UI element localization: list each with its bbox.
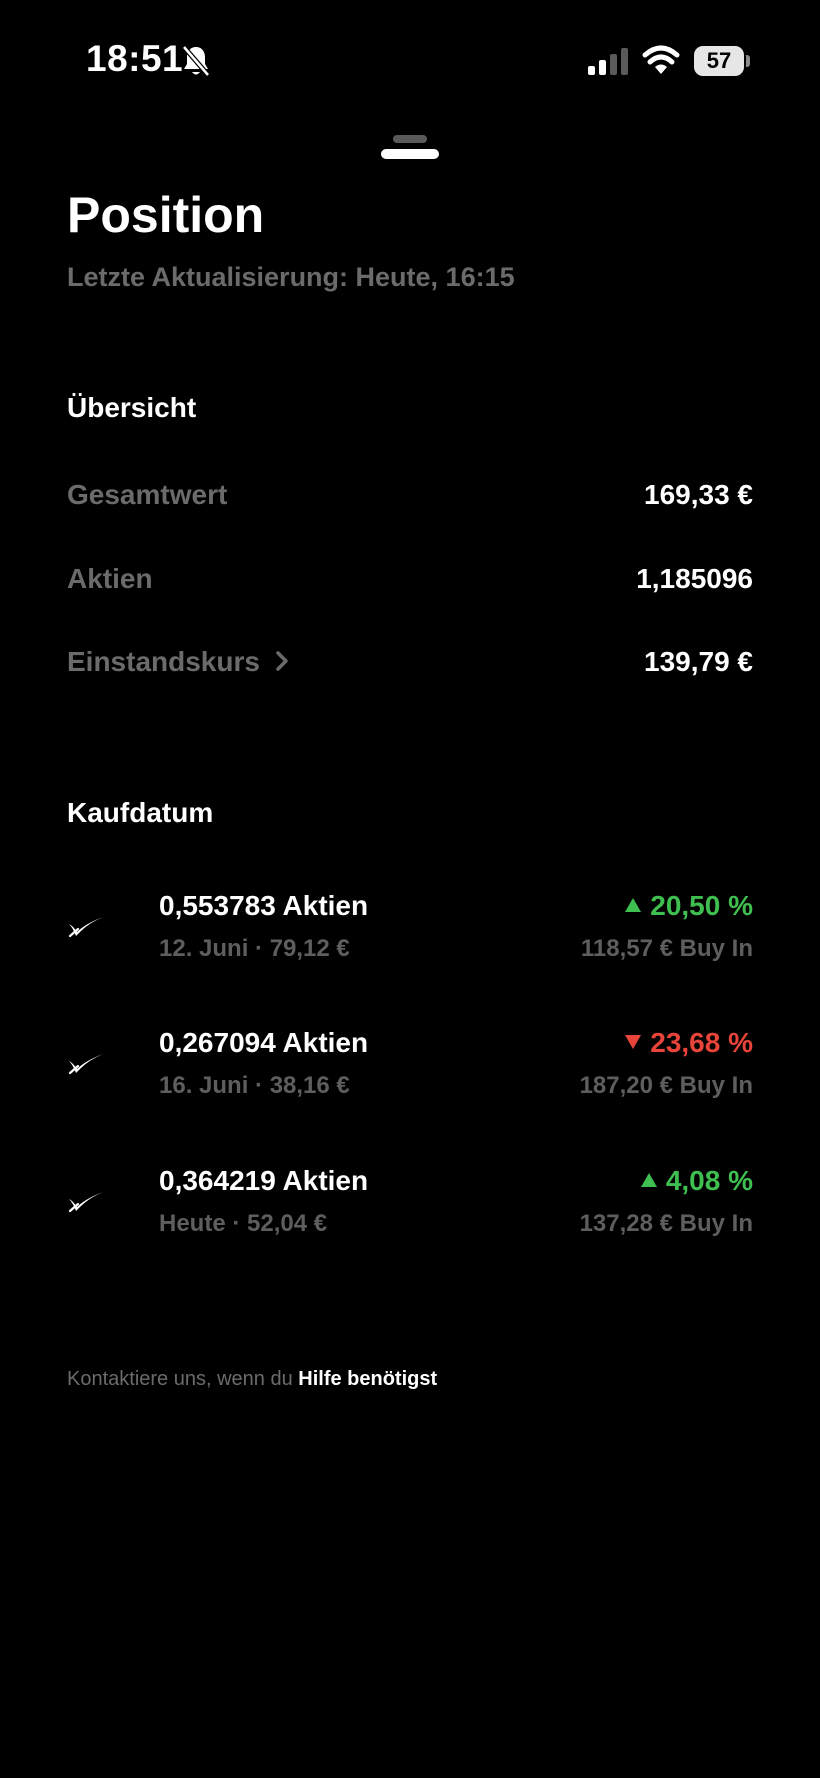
support-footer: Kontaktiere uns, wenn du Hilfe benötigst	[67, 1368, 437, 1391]
cellular-signal-icon	[588, 48, 628, 75]
purchase-shares: 0,364219 Aktien	[159, 1165, 369, 1196]
triangle-down-icon	[625, 1035, 642, 1049]
chevron-right-icon	[276, 651, 288, 671]
last-update-text: Letzte Aktualisierung: Heute, 16:15	[67, 262, 515, 292]
overview-value: 169,33 €	[644, 479, 753, 510]
support-text: Kontaktiere uns, wenn du	[67, 1368, 299, 1390]
x-logo-icon	[68, 1192, 103, 1213]
status-bar: 18:51 57	[0, 0, 820, 120]
purchase-shares: 0,267094 Aktien	[159, 1027, 369, 1058]
status-time: 18:51	[86, 38, 184, 79]
purchase-date-amount: Heute · 52,04 €	[159, 1210, 328, 1237]
triangle-up-icon	[640, 1173, 657, 1187]
triangle-up-icon	[625, 898, 642, 912]
purchase-list-item[interactable]: 0,364219 Aktien Heute · 52,04 € 4,08 % 1…	[67, 1161, 753, 1261]
overview-label: Gesamtwert	[67, 479, 228, 510]
purchase-date-amount: 16. Juni · 38,16 €	[159, 1072, 350, 1099]
help-link[interactable]: Hilfe benötigst	[298, 1368, 437, 1390]
purchase-date-amount: 12. Juni · 79,12 €	[159, 935, 350, 962]
page-title: Position	[67, 187, 265, 243]
wifi-icon	[642, 45, 680, 74]
purchase-date-section-title: Kaufdatum	[67, 797, 214, 828]
overview-row-total-value: Gesamtwert 169,33 €	[67, 475, 753, 515]
sheet-drag-handle[interactable]	[381, 132, 439, 162]
overview-row-cost-basis[interactable]: Einstandskurs 139,79 €	[67, 642, 753, 682]
purchase-change: 20,50 %	[624, 886, 753, 926]
purchase-list-item[interactable]: 0,553783 Aktien 12. Juni · 79,12 € 20,50…	[67, 886, 753, 986]
purchase-buy-in: 187,20 € Buy In	[579, 1072, 753, 1099]
overview-label: Aktien	[67, 563, 153, 594]
overview-label-text: Einstandskurs	[67, 646, 260, 677]
bell-slash-icon	[182, 45, 210, 77]
overview-section-title: Übersicht	[67, 392, 197, 423]
purchase-change-value: 4,08 %	[665, 1165, 753, 1196]
purchase-list-item[interactable]: 0,267094 Aktien 16. Juni · 38,16 € 23,68…	[67, 1023, 753, 1123]
purchase-change-value: 20,50 %	[650, 890, 753, 921]
overview-value: 139,79 €	[644, 646, 753, 677]
purchase-buy-in: 137,28 € Buy In	[579, 1210, 753, 1237]
x-logo-icon	[68, 1054, 103, 1075]
overview-value: 1,185096	[636, 563, 753, 594]
purchase-change: 4,08 %	[640, 1161, 753, 1201]
purchase-shares: 0,553783 Aktien	[159, 890, 369, 921]
purchase-buy-in: 118,57 € Buy In	[580, 935, 753, 962]
battery-level: 57	[706, 48, 732, 73]
overview-label-link[interactable]: Einstandskurs	[67, 642, 290, 682]
purchase-change-value: 23,68 %	[650, 1027, 753, 1058]
x-logo-icon	[68, 917, 103, 938]
overview-row-shares: Aktien 1,185096	[67, 559, 753, 599]
battery-icon: 57	[694, 46, 750, 76]
purchase-change: 23,68 %	[624, 1023, 753, 1063]
